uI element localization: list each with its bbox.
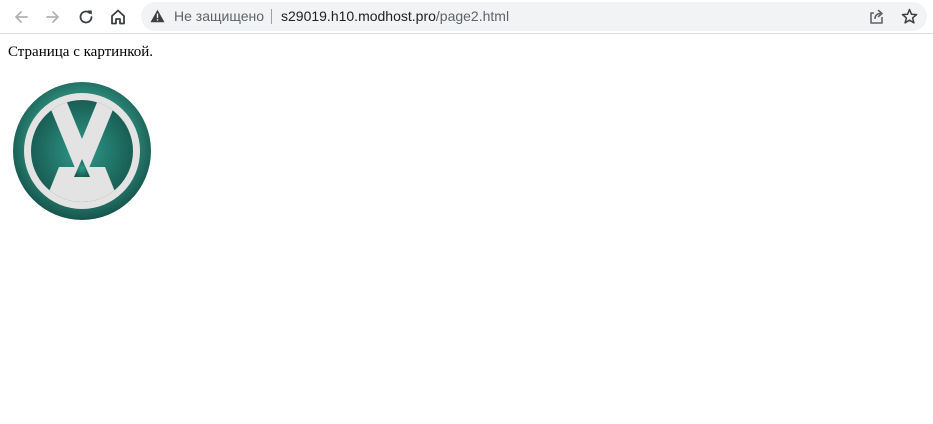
logo-svg [13, 82, 151, 220]
home-button[interactable] [105, 4, 131, 30]
address-bar[interactable]: Не защищено s29019.h10.modhost.pro/page2… [141, 2, 927, 31]
reload-button[interactable] [73, 4, 99, 30]
logo-image [12, 81, 152, 221]
page-text: Страница с картинкой. [8, 44, 154, 60]
back-button[interactable] [8, 4, 34, 30]
omnibox-divider [271, 9, 272, 24]
arrow-left-icon [12, 8, 30, 26]
star-icon[interactable] [901, 8, 918, 30]
arrow-right-icon [44, 8, 62, 26]
url-host: s29019.h10.modhost.pro [281, 8, 436, 24]
page-content: Страница с картинкой. [0, 35, 933, 424]
warning-triangle-icon[interactable] [150, 9, 165, 28]
home-icon [109, 8, 127, 26]
url-path: /page2.html [435, 8, 510, 24]
reload-icon [77, 8, 95, 26]
security-status-label[interactable]: Не защищено [174, 8, 264, 24]
url-text[interactable]: s29019.h10.modhost.pro/page2.html [281, 8, 509, 24]
share-icon[interactable] [868, 8, 885, 30]
forward-button[interactable] [40, 4, 66, 30]
browser-toolbar: Не защищено s29019.h10.modhost.pro/page2… [0, 0, 933, 34]
